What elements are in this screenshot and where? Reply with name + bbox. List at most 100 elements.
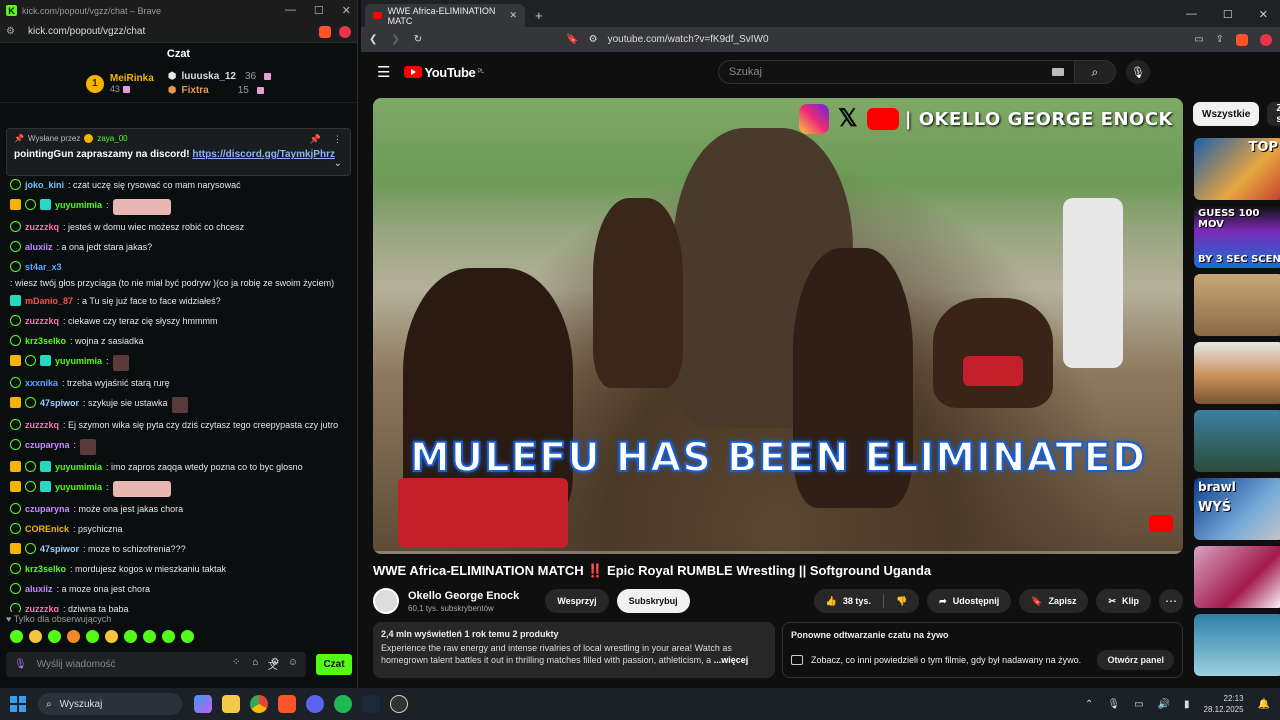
back-icon[interactable]: ❮ — [369, 34, 377, 45]
chat-username[interactable]: COREnick — [25, 523, 69, 535]
more-actions-icon[interactable]: ⋯ — [1159, 589, 1183, 613]
obs-icon[interactable] — [390, 695, 408, 713]
dislike-button[interactable]: 👎 — [883, 589, 920, 613]
site-info-icon[interactable]: ⚙ — [589, 34, 598, 45]
taskbar-search[interactable]: ⌕ Wyszukaj — [38, 693, 182, 715]
pinned-message[interactable]: 📌 Wysłane przez zaya_00 pointingGun zapr… — [6, 128, 351, 176]
chat-username[interactable]: 47spiwor — [40, 543, 79, 555]
recommended-thumbnail[interactable] — [1194, 342, 1280, 404]
close-icon[interactable]: ✕ — [342, 4, 351, 17]
more-options-icon[interactable]: ⋮ — [333, 134, 342, 145]
settings-dots-icon[interactable]: ⁘ — [232, 657, 240, 668]
microphone-icon[interactable]: 🎙 — [14, 659, 27, 670]
chip-all[interactable]: Wszystkie — [1193, 102, 1260, 126]
chat-username[interactable]: joko_kini — [25, 179, 64, 191]
notifications-icon[interactable]: 🔔 — [1258, 699, 1270, 710]
reload-icon[interactable]: ↻ — [414, 34, 422, 45]
chat-username[interactable]: czuparyna — [25, 439, 70, 451]
description-box[interactable]: 2,4 mln wyświetleń 1 rok temu 2 produkty… — [373, 622, 775, 678]
leader-2-name[interactable]: luuuska_12 — [182, 71, 236, 82]
channel-avatar[interactable] — [373, 588, 399, 614]
chat-username[interactable]: 47spiwor — [40, 397, 79, 409]
brave-rewards-icon[interactable] — [339, 25, 351, 38]
emote-icon[interactable] — [67, 630, 80, 643]
site-settings-icon[interactable]: ⚙ — [6, 26, 18, 37]
copilot-icon[interactable] — [194, 695, 212, 713]
chat-username[interactable]: zuzzzkq — [25, 221, 59, 233]
chrome-icon[interactable] — [250, 695, 268, 713]
pinned-sender[interactable]: zaya_00 — [97, 134, 127, 143]
chip-from-channel[interactable]: Z se — [1267, 102, 1280, 126]
cast-icon[interactable]: ▭ — [1194, 34, 1203, 45]
subscribe-button[interactable]: Subskrybuj — [616, 589, 690, 613]
brave-rewards-icon[interactable] — [1260, 33, 1272, 46]
recommended-thumbnail[interactable] — [1194, 614, 1280, 676]
save-button[interactable]: 🔖 Zapisz — [1019, 589, 1089, 613]
search-input[interactable]: Szukaj — [717, 60, 1074, 84]
bookmark-icon[interactable]: 🔖 — [566, 34, 578, 45]
chat-username[interactable]: yuyumimia — [55, 199, 102, 211]
emote-icon[interactable] — [143, 630, 156, 643]
close-icon[interactable]: ✕ — [1259, 8, 1268, 21]
discord-icon[interactable] — [306, 695, 324, 713]
file-explorer-icon[interactable] — [222, 695, 240, 713]
tab-youtube-video[interactable]: WWE Africa-ELIMINATION MATC ✕ — [365, 4, 525, 27]
emote-icon[interactable] — [181, 630, 194, 643]
leader-1-name[interactable]: MeiRinka — [110, 73, 154, 84]
menu-icon[interactable]: ☰ — [377, 63, 390, 81]
keyboard-icon[interactable] — [1051, 68, 1064, 76]
recommended-thumbnail[interactable] — [1194, 274, 1280, 336]
recommended-thumbnail[interactable] — [1194, 410, 1280, 472]
close-tab-icon[interactable]: ✕ — [509, 10, 517, 21]
emoji-icon[interactable]: ☺ — [288, 657, 298, 672]
chat-username[interactable]: xxxnika — [25, 377, 58, 389]
voice-search-button[interactable]: 🎙 — [1125, 60, 1150, 84]
battery-icon[interactable]: ▮ — [1184, 699, 1190, 710]
send-chat-button[interactable]: Czat — [316, 654, 352, 675]
emote-icon[interactable] — [162, 630, 175, 643]
emote-icon[interactable] — [10, 630, 23, 643]
emote-icon[interactable] — [29, 630, 42, 643]
chat-username[interactable]: aluxiiz — [25, 583, 53, 595]
chevron-down-icon[interactable]: ⌄ — [334, 158, 342, 169]
minimize-icon[interactable]: — — [1186, 8, 1197, 21]
microphone-icon[interactable]: 🎙 — [1107, 699, 1120, 710]
chat-username[interactable]: krz3selko — [25, 335, 66, 347]
start-button[interactable] — [10, 696, 26, 712]
kick-url[interactable]: kick.com/popout/vgzz/chat — [28, 26, 145, 37]
chat-username[interactable]: yuyumimia — [55, 355, 102, 367]
chat-username[interactable]: zuzzzkq — [25, 419, 59, 431]
chat-username[interactable]: yuyumimia — [55, 481, 102, 493]
emote-icon[interactable] — [86, 630, 99, 643]
clip-button[interactable]: ✂ Klip — [1096, 589, 1151, 613]
recommended-thumbnail[interactable]: GUESS 100 MOV BY 3 SEC SCEN — [1194, 206, 1280, 268]
maximize-icon[interactable]: ☐ — [314, 4, 324, 17]
open-panel-button[interactable]: Otwórz panel — [1097, 650, 1174, 670]
emote-icon[interactable] — [124, 630, 137, 643]
chat-username[interactable]: yuyumimia — [55, 461, 102, 473]
chevron-up-icon[interactable]: ⌃ — [1085, 699, 1093, 710]
minimize-icon[interactable]: — — [285, 4, 296, 17]
chat-username[interactable]: krz3selko — [25, 563, 66, 575]
unpin-icon[interactable]: 📌 — [310, 134, 321, 145]
share-icon[interactable]: ⇪ — [1216, 34, 1224, 45]
youtube-logo[interactable]: YouTube PL — [404, 65, 484, 80]
new-tab-icon[interactable]: + — [525, 8, 553, 27]
chat-username[interactable]: aluxiiz — [25, 241, 53, 253]
brave-icon[interactable] — [278, 695, 296, 713]
emote-icon[interactable] — [48, 630, 61, 643]
chat-username[interactable]: zuzzzkq — [25, 315, 59, 327]
maximize-icon[interactable]: ☐ — [1223, 8, 1233, 21]
recommended-thumbnail[interactable]: TOP — [1194, 138, 1280, 200]
discord-link[interactable]: https://discord.gg/TaymkjPhrz — [192, 149, 335, 160]
steam-icon[interactable] — [362, 695, 380, 713]
recommended-thumbnail[interactable]: brawl WYŚ — [1194, 478, 1280, 540]
brave-shield-icon[interactable] — [319, 25, 331, 38]
network-icon[interactable]: ▭ — [1134, 699, 1143, 710]
store-icon[interactable]: ⌂ — [252, 657, 258, 668]
share-button[interactable]: ➦ Udostępnij — [927, 589, 1012, 613]
url-field[interactable]: youtube.com/watch?v=fK9df_SvIW0 — [608, 34, 769, 45]
spotify-icon[interactable] — [334, 695, 352, 713]
recommended-thumbnail[interactable] — [1194, 546, 1280, 608]
show-more-link[interactable]: ...więcej — [714, 655, 749, 665]
